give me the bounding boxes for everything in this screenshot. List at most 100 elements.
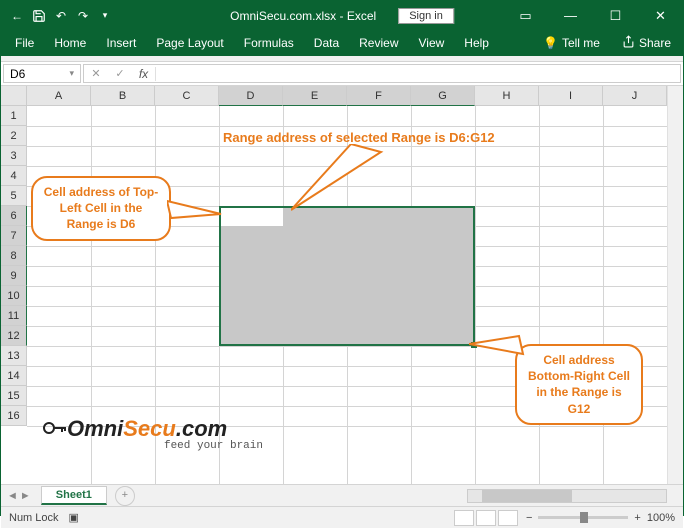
name-box-value: D6 xyxy=(10,67,25,81)
vertical-scrollbar[interactable] xyxy=(667,86,683,484)
view-pagelayout-button[interactable] xyxy=(476,510,496,526)
zoom-out-button[interactable]: − xyxy=(526,512,532,524)
row-header[interactable]: 11 xyxy=(1,306,27,326)
bottomright-callout: Cell address Bottom-Right Cell in the Ra… xyxy=(515,344,643,425)
view-pagebreak-button[interactable] xyxy=(498,510,518,526)
col-header[interactable]: B xyxy=(91,86,155,106)
share-icon xyxy=(622,35,635,51)
sheet-nav: ◄ ► xyxy=(1,490,37,502)
lightbulb-icon: 💡 xyxy=(543,36,558,50)
row-header[interactable]: 1 xyxy=(1,106,27,126)
arrow-left-icon[interactable]: ← xyxy=(9,8,25,24)
tab-view[interactable]: View xyxy=(409,30,455,56)
topleft-callout: Cell address of Top-Left Cell in the Ran… xyxy=(31,176,171,241)
row-header[interactable]: 14 xyxy=(1,366,27,386)
maximize-button[interactable]: ☐ xyxy=(593,1,638,30)
key-icon xyxy=(43,418,67,444)
logo-text-secu: Secu xyxy=(123,416,176,441)
tab-data[interactable]: Data xyxy=(304,30,349,56)
col-header[interactable]: F xyxy=(347,86,411,106)
logo-text-o: O xyxy=(67,416,84,441)
tab-page-layout[interactable]: Page Layout xyxy=(146,30,233,56)
enter-formula-icon[interactable]: ✓ xyxy=(108,67,132,80)
ribbon-tabs: File Home Insert Page Layout Formulas Da… xyxy=(1,30,683,56)
sheet-tab-active[interactable]: Sheet1 xyxy=(41,486,107,505)
tellme-button[interactable]: Tell me xyxy=(562,36,600,50)
row-header[interactable]: 15 xyxy=(1,386,27,406)
add-sheet-button[interactable]: + xyxy=(115,486,135,506)
col-header[interactable]: I xyxy=(539,86,603,106)
undo-icon[interactable]: ↶ xyxy=(53,8,69,24)
close-button[interactable]: ✕ xyxy=(638,1,683,30)
row-header[interactable]: 4 xyxy=(1,166,27,186)
excel-window: ← ↶ ↷ ▾ OmniSecu.com.xlsx - Excel Sign i… xyxy=(0,0,684,516)
view-normal-button[interactable] xyxy=(454,510,474,526)
row-header[interactable]: 10 xyxy=(1,286,27,306)
chevron-down-icon[interactable]: ▾ xyxy=(69,68,74,79)
col-header[interactable]: G xyxy=(411,86,475,106)
tab-review[interactable]: Review xyxy=(349,30,408,56)
zoom-level[interactable]: 100% xyxy=(647,512,675,524)
sheet-next-icon[interactable]: ► xyxy=(20,490,31,502)
col-header[interactable]: H xyxy=(475,86,539,106)
title-center: OmniSecu.com.xlsx - Excel Sign in xyxy=(230,8,454,24)
callout-tail-icon xyxy=(167,196,227,226)
macro-record-icon[interactable]: ▣ xyxy=(69,511,79,524)
col-header[interactable]: A xyxy=(27,86,91,106)
minimize-button[interactable]: — xyxy=(548,1,593,30)
selection-range xyxy=(219,206,475,346)
col-header[interactable]: C xyxy=(155,86,219,106)
hscroll-thumb[interactable] xyxy=(482,490,572,502)
zoom-slider[interactable] xyxy=(538,516,628,519)
fx-icon[interactable]: fx xyxy=(132,67,156,81)
row-header[interactable]: 9 xyxy=(1,266,27,286)
row-header[interactable]: 5 xyxy=(1,186,27,206)
row-header[interactable]: 2 xyxy=(1,126,27,146)
row-header[interactable]: 8 xyxy=(1,246,27,266)
col-header[interactable]: J xyxy=(603,86,667,106)
tab-file[interactable]: File xyxy=(5,30,44,56)
zoom-in-button[interactable]: + xyxy=(634,512,640,524)
redo-icon[interactable]: ↷ xyxy=(75,8,91,24)
topleft-callout-text: Cell address of Top-Left Cell in the Ran… xyxy=(44,185,158,231)
signin-button[interactable]: Sign in xyxy=(398,8,454,24)
row-header[interactable]: 7 xyxy=(1,226,27,246)
save-icon[interactable] xyxy=(31,8,47,24)
view-buttons xyxy=(454,510,518,526)
share-button[interactable]: Share xyxy=(639,36,671,50)
name-box[interactable]: D6 ▾ xyxy=(3,64,81,83)
zoom-control: − + 100% xyxy=(526,512,675,524)
formula-area: ✕ ✓ fx xyxy=(83,64,681,83)
sheet-prev-icon[interactable]: ◄ xyxy=(7,490,18,502)
omnisecu-logo: OmniSecu.com feed your brain xyxy=(43,416,263,452)
callout-tail-icon xyxy=(291,144,391,214)
range-address-annotation: Range address of selected Range is D6:G1… xyxy=(223,130,495,145)
row-header[interactable]: 6 xyxy=(1,206,27,226)
row-header[interactable]: 13 xyxy=(1,346,27,366)
col-header[interactable]: E xyxy=(283,86,347,106)
tab-insert[interactable]: Insert xyxy=(96,30,146,56)
sheet-tab-bar: ◄ ► Sheet1 + xyxy=(1,484,683,506)
tab-formulas[interactable]: Formulas xyxy=(234,30,304,56)
column-headers: A B C D E F G H I J xyxy=(27,86,667,106)
logo-text-com: .com xyxy=(176,416,227,441)
zoom-thumb[interactable] xyxy=(580,512,588,523)
horizontal-scrollbar[interactable] xyxy=(467,489,667,503)
col-header[interactable]: D xyxy=(219,86,283,106)
cancel-formula-icon[interactable]: ✕ xyxy=(84,67,108,80)
ribbon-options-icon[interactable]: ▭ xyxy=(503,1,548,30)
row-headers: 1 2 3 4 5 6 7 8 9 10 11 12 13 14 15 16 xyxy=(1,106,27,484)
tab-help[interactable]: Help xyxy=(454,30,499,56)
callout-tail-icon xyxy=(469,332,529,362)
bottomright-callout-text: Cell address Bottom-Right Cell in the Ra… xyxy=(528,353,630,416)
qat-dropdown-icon[interactable]: ▾ xyxy=(97,8,113,24)
select-all-corner[interactable] xyxy=(1,86,27,106)
spreadsheet-grid: A B C D E F G H I J 1 2 3 4 5 6 7 8 9 10… xyxy=(1,86,683,484)
title-bar: ← ↶ ↷ ▾ OmniSecu.com.xlsx - Excel Sign i… xyxy=(1,1,683,30)
row-header[interactable]: 12 xyxy=(1,326,27,346)
formula-bar: D6 ▾ ✕ ✓ fx xyxy=(1,62,683,86)
tab-home[interactable]: Home xyxy=(44,30,96,56)
row-header[interactable]: 16 xyxy=(1,406,27,426)
row-header[interactable]: 3 xyxy=(1,146,27,166)
formula-input[interactable] xyxy=(160,67,680,81)
